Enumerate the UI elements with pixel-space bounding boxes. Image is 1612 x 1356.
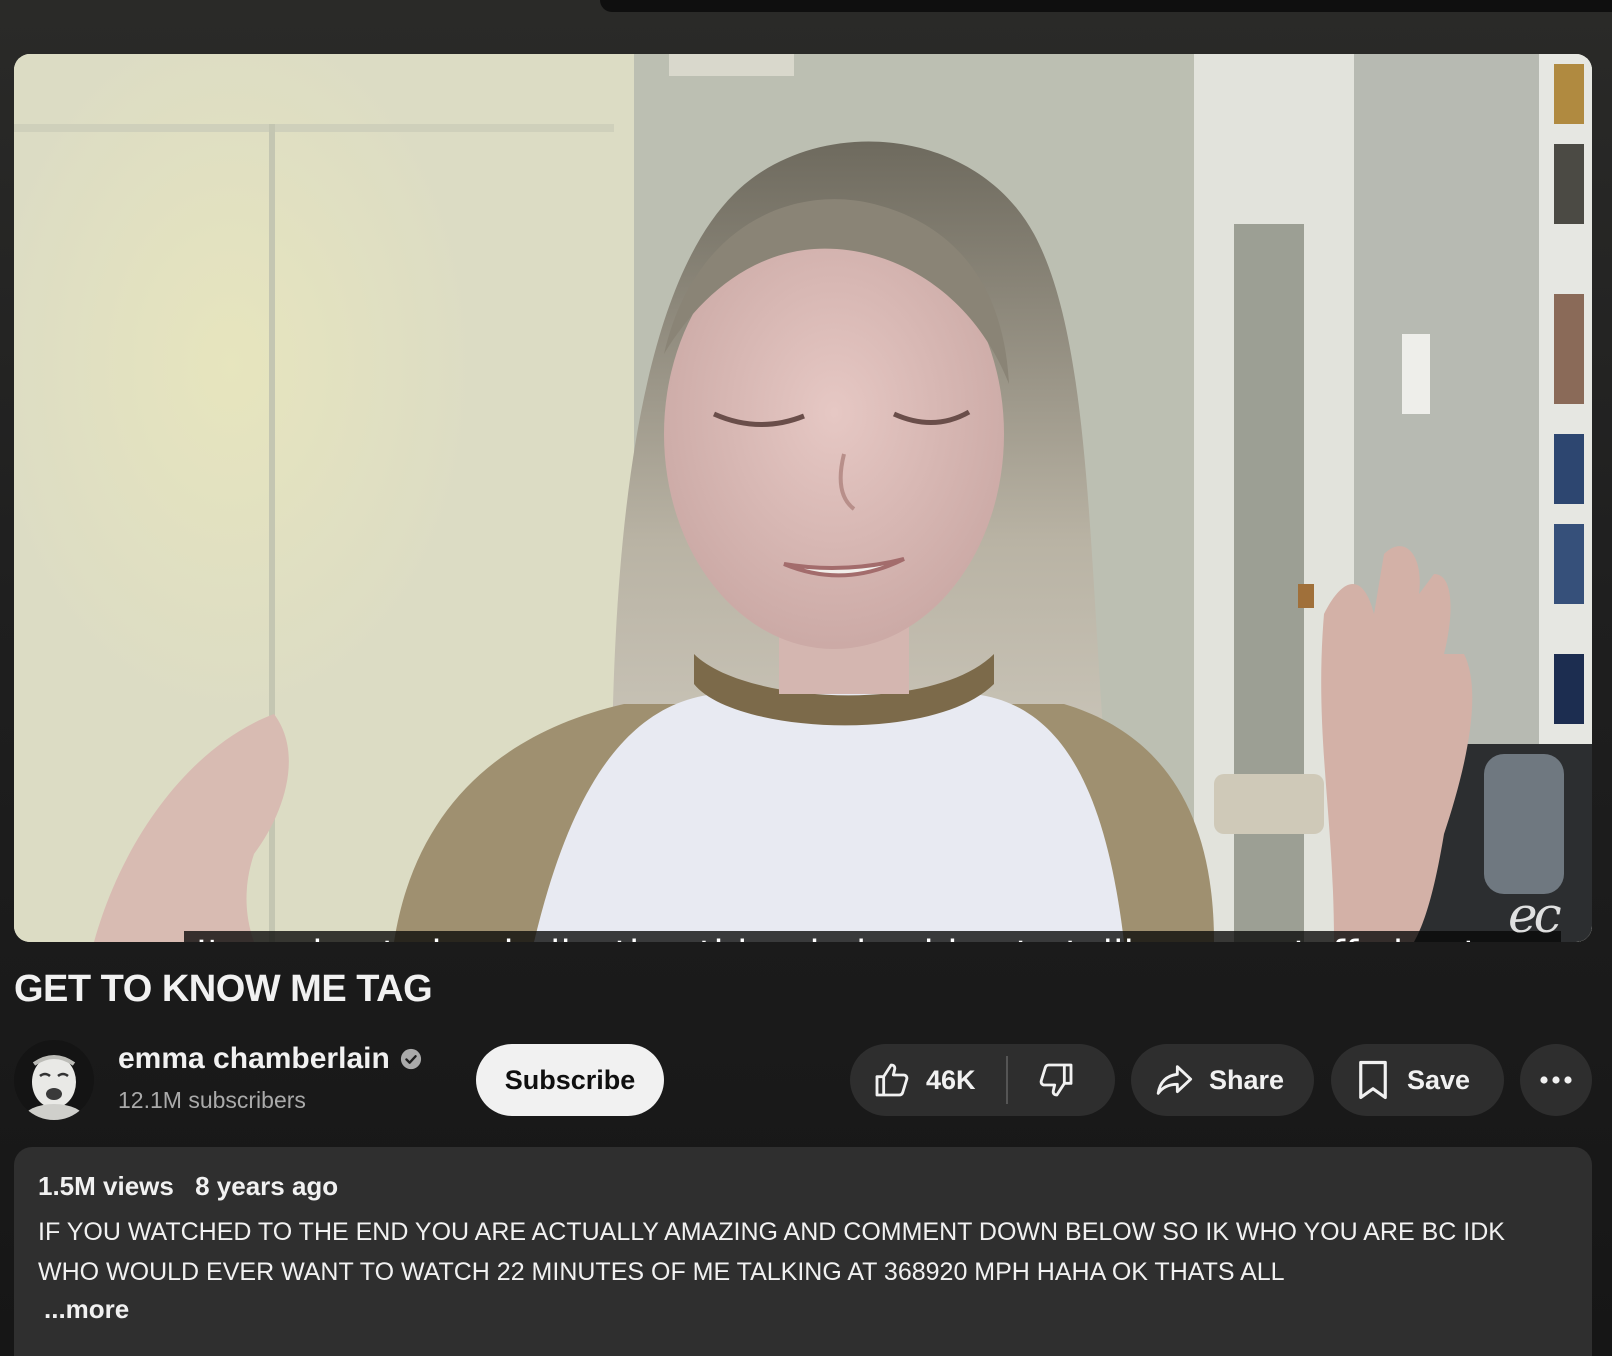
save-label: Save: [1407, 1064, 1471, 1095]
more-actions-button[interactable]: [1520, 1044, 1592, 1116]
avatar-icon: [14, 1040, 94, 1120]
share-button[interactable]: Share: [1131, 1044, 1314, 1116]
channel-avatar[interactable]: [14, 1040, 94, 1120]
video-meta: 1.5M views 8 years ago: [38, 1171, 1568, 1202]
video-frame: [14, 54, 1592, 942]
like-dislike-group: 46K: [850, 1044, 1115, 1116]
top-bar: [600, 0, 1612, 12]
view-count: 1.5M views: [38, 1171, 174, 1201]
video-title: GET TO KNOW ME TAG: [14, 968, 433, 1010]
channel-name-row: emma chamberlain: [118, 1042, 422, 1076]
more-icon: [1540, 1076, 1572, 1084]
description-box[interactable]: 1.5M views 8 years ago IF YOU WATCHED TO…: [14, 1147, 1592, 1356]
save-icon: [1359, 1060, 1387, 1100]
verified-icon: [400, 1048, 421, 1070]
video-caption: I'm going to be dedicating this whole vi…: [184, 931, 1562, 942]
share-label: Share: [1209, 1064, 1285, 1095]
share-icon: [1156, 1065, 1193, 1095]
dislike-icon: [1039, 1063, 1072, 1097]
save-button[interactable]: Save: [1331, 1044, 1504, 1116]
like-icon: [875, 1063, 909, 1097]
like-count: 46K: [926, 1064, 976, 1095]
description-text: IF YOU WATCHED TO THE END YOU ARE ACTUAL…: [38, 1218, 1505, 1286]
like-button[interactable]: 46K: [872, 1044, 1006, 1116]
video-player[interactable]: I'm going to be dedicating this whole vi…: [14, 54, 1592, 942]
subscribe-button[interactable]: Subscribe: [476, 1044, 664, 1116]
description-more-link[interactable]: ...more: [44, 1294, 1568, 1325]
channel-watermark[interactable]: ec: [1508, 886, 1562, 942]
channel-name[interactable]: emma chamberlain: [118, 1042, 390, 1076]
upload-age: 8 years ago: [195, 1171, 339, 1201]
subscriber-count: 12.1M subscribers: [118, 1087, 306, 1113]
dislike-button[interactable]: [1008, 1044, 1076, 1116]
